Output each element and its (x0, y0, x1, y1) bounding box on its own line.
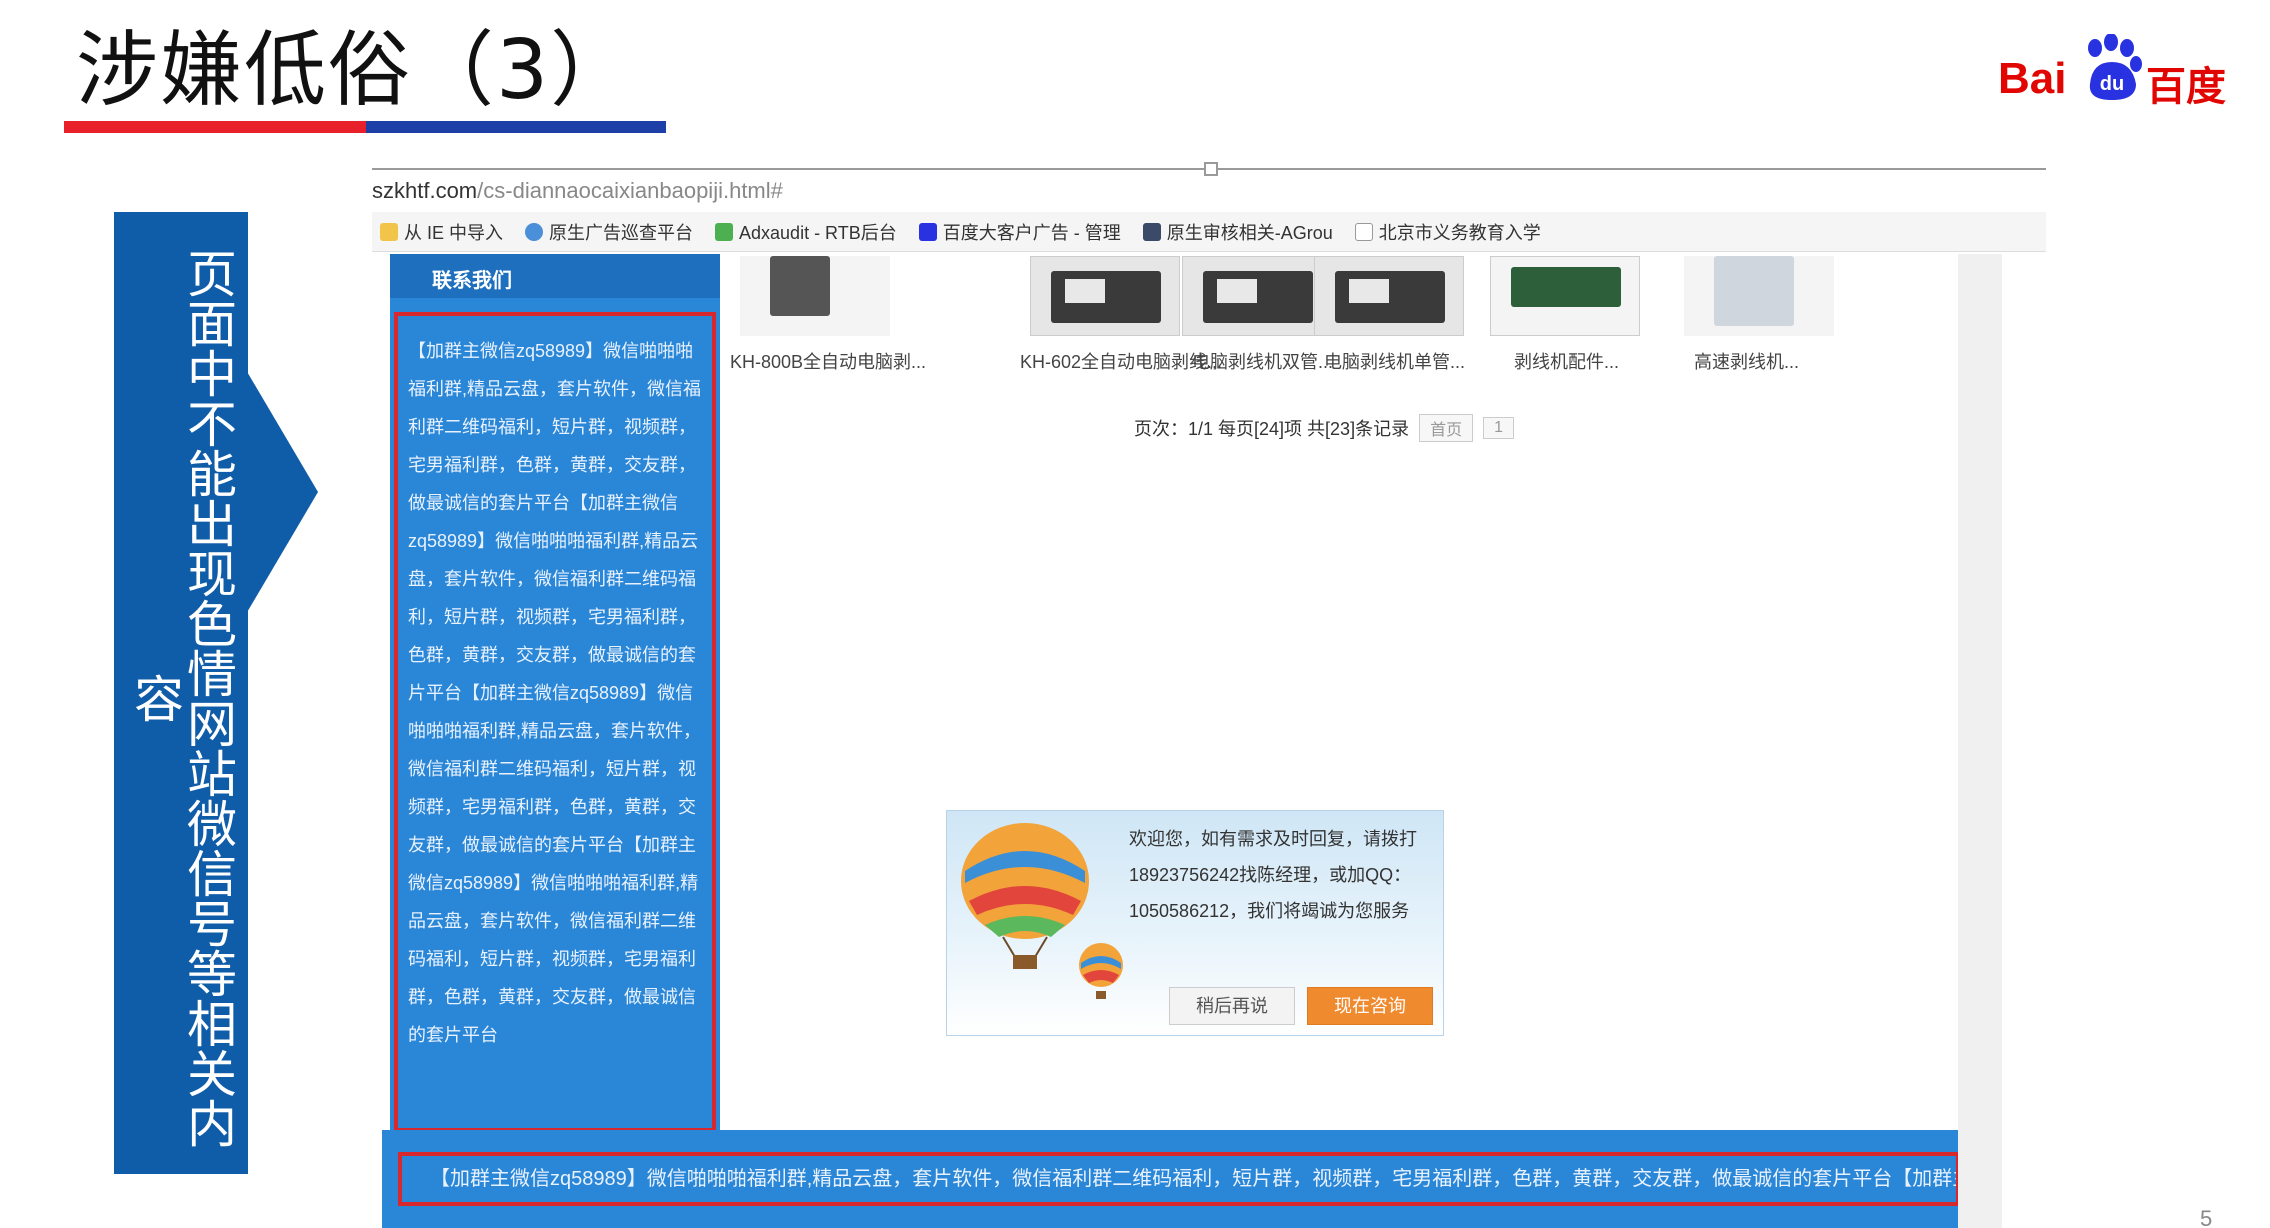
product-image (1030, 256, 1180, 336)
page-scrollbar[interactable] (1958, 254, 2002, 1228)
app-icon (715, 222, 734, 241)
bookmark-item[interactable]: 北京市义务教育入学 (1354, 219, 1541, 245)
slide-title: 涉嫌低俗（3） (76, 23, 635, 118)
small-balloon-icon (1079, 943, 1123, 999)
bookmark-item[interactable]: 原生审核相关-AGrou (1142, 219, 1333, 245)
bookmark-item[interactable]: 原生广告巡查平台 (525, 219, 693, 245)
consult-popup: 欢迎您，如有需求及时回复，请拨打18923756242找陈经理，或加QQ：105… (946, 810, 1444, 1036)
later-button[interactable]: 稍后再说 (1169, 987, 1295, 1025)
page-number-button[interactable]: 1 (1483, 417, 1514, 439)
slide-page-number: 5 (2200, 1206, 2213, 1228)
address-domain: szkhtf.com (372, 178, 478, 203)
product-label: KH-800B全自动电脑剥... (730, 352, 927, 372)
product-machine-shape (770, 256, 830, 316)
bookmark-item[interactable]: 从 IE 中导入 (380, 219, 503, 245)
bookmark-label: 北京市义务教育入学 (1378, 222, 1541, 243)
product-screen-shape (1349, 279, 1389, 303)
address-bar[interactable]: szkhtf.com/cs-diannaocaixianbaopiji.html… (372, 178, 783, 204)
bookmark-item[interactable]: Adxaudit - RTB后台 (715, 219, 897, 245)
popup-message: 欢迎您，如有需求及时回复，请拨打18923756242找陈经理，或加QQ：105… (1129, 829, 1417, 921)
first-page-button[interactable]: 首页 (1419, 414, 1474, 442)
bottom-banner: 【加群主微信zq58989】微信啪啪啪福利群,精品云盘，套片软件，微信福利群二维… (382, 1130, 2000, 1228)
resize-handle[interactable] (1204, 162, 1218, 176)
paw-icon: du (2088, 34, 2142, 100)
product-image (1490, 256, 1640, 336)
logo-bai-text: Bai (1998, 54, 2067, 103)
product-image (740, 256, 890, 336)
title-underline-blue (366, 121, 666, 133)
baidu-logo: Bai du 百度 (1998, 30, 2228, 110)
bookmark-item[interactable]: 百度大客户广告 - 管理 (918, 219, 1121, 245)
web-page: 联系我们 【加群主微信zq58989】微信啪啪啪福利群,精品云盘，套片软件，微信… (372, 254, 2002, 1228)
bookmark-label: Adxaudit - RTB后台 (739, 222, 897, 243)
product-image (1684, 256, 1834, 336)
product-image (1182, 256, 1332, 336)
website-screenshot: szkhtf.com/cs-diannaocaixianbaopiji.html… (372, 160, 2046, 1228)
product-label: 电脑剥线机单管... (1324, 352, 1466, 372)
title-underline-red (64, 121, 366, 133)
bottom-spam-highlight: 【加群主微信zq58989】微信啪啪啪福利群,精品云盘，套片软件，微信福利群二维… (398, 1152, 1960, 1206)
spam-text-highlight: 【加群主微信zq58989】微信啪啪啪福利群,精品云盘，套片软件，微信福利群二维… (394, 312, 716, 1132)
product-screen-shape (1065, 279, 1105, 303)
balloon-icon (961, 823, 1089, 969)
bookmarks-bar: 从 IE 中导入 原生广告巡查平台 Adxaudit - RTB后台 百度大客户… (372, 212, 2046, 252)
product-machine-shape (1714, 256, 1794, 326)
product-label: 高速剥线机... (1694, 352, 1800, 372)
paw-icon (918, 222, 937, 241)
pagination-info: 页次：1/1 每页[24]项 共[23]条记录 (1134, 419, 1410, 439)
logo-cn-text: 百度 (2146, 64, 2226, 110)
product-screen-shape (1217, 279, 1257, 303)
address-path: /cs-diannaocaixianbaopiji.html# (477, 178, 783, 203)
consult-now-button[interactable]: 现在咨询 (1307, 987, 1433, 1025)
product-label: 电脑剥线机双管... (1192, 352, 1334, 372)
document-icon (1354, 222, 1373, 241)
side-banner-arrow (246, 370, 318, 614)
product-list: KH-800B全自动电脑剥... KH-602全自动电脑剥线... 电脑剥线机双… (730, 256, 1990, 372)
bookmark-label: 百度大客户广告 - 管理 (942, 222, 1121, 243)
contact-heading[interactable]: 联系我们 (390, 254, 720, 298)
pagination: 页次：1/1 每页[24]项 共[23]条记录 首页 1 (1134, 414, 1514, 442)
product-machine-shape (1511, 267, 1621, 307)
side-banner-text: 页面中不能出现色情网站微信号等相关内容 (126, 248, 237, 1148)
bookmark-label: 原生审核相关-AGrou (1166, 222, 1333, 243)
logo-du-text: du (2100, 73, 2124, 95)
folder-icon (380, 222, 398, 241)
product-image (1314, 256, 1464, 336)
page-icon (1142, 222, 1161, 241)
search-icon (525, 222, 544, 241)
product-label: 剥线机配件... (1514, 352, 1620, 372)
bookmark-label: 从 IE 中导入 (404, 222, 504, 243)
bookmark-label: 原生广告巡查平台 (549, 222, 694, 243)
